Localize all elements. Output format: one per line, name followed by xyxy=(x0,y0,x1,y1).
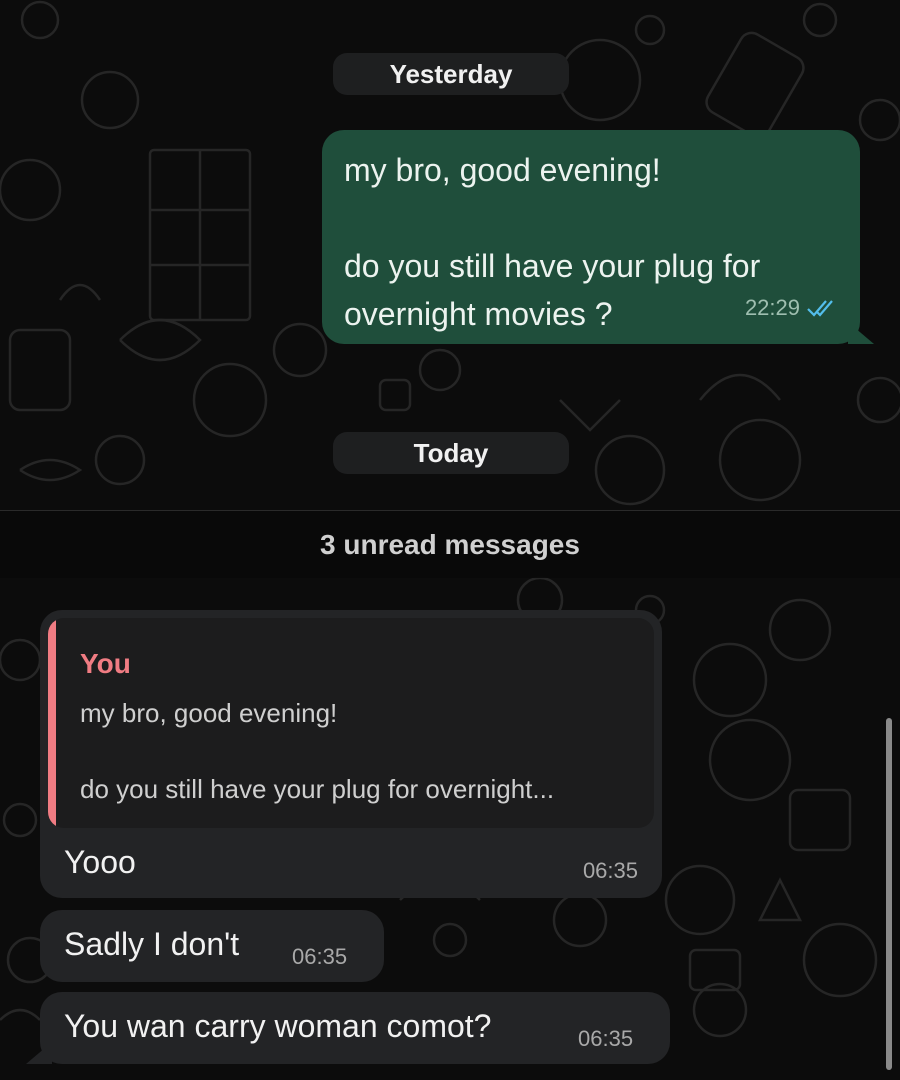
date-divider-today: Today xyxy=(333,432,569,474)
incoming-reply-bubble[interactable]: You my bro, good evening! do you still h… xyxy=(40,610,662,898)
quote-text-line: do you still have your plug for overnigh… xyxy=(80,774,555,804)
unread-messages-label: 3 unread messages xyxy=(320,528,580,560)
quote-text-line: my bro, good evening! xyxy=(80,698,338,728)
incoming-message-bubble[interactable]: Sadly I don't 06:35 xyxy=(40,910,384,982)
date-divider-yesterday: Yesterday xyxy=(333,53,569,95)
bubble-tail xyxy=(26,1042,52,1064)
message-time: 06:35 xyxy=(292,944,348,969)
incoming-message-bubble[interactable]: You wan carry woman comot? 06:35 xyxy=(26,992,670,1064)
scrollbar[interactable] xyxy=(886,718,892,1070)
outgoing-message-bubble[interactable]: my bro, good evening! do you still have … xyxy=(322,130,874,344)
message-meta: 22:29 xyxy=(745,284,836,332)
double-check-read-icon xyxy=(807,300,833,317)
message-text-line: my bro, good evening! xyxy=(344,152,661,188)
quoted-message[interactable]: You my bro, good evening! do you still h… xyxy=(48,618,654,828)
message-text-line: do you still have your plug for xyxy=(344,248,761,284)
message-text: Yooo xyxy=(64,844,136,880)
message-text: Sadly I don't xyxy=(64,926,240,962)
quote-accent-bar xyxy=(48,618,56,828)
quote-author: You xyxy=(80,648,131,679)
message-time: 06:35 xyxy=(578,1026,634,1051)
chat-view: Yesterday my bro, good evening! do you s… xyxy=(0,0,900,1080)
message-time: 22:29 xyxy=(744,295,800,320)
bubble-tail xyxy=(848,322,874,344)
unread-messages-banner: 3 unread messages xyxy=(0,510,900,578)
message-text: You wan carry woman comot? xyxy=(64,1008,492,1044)
message-time: 06:35 xyxy=(582,858,638,883)
